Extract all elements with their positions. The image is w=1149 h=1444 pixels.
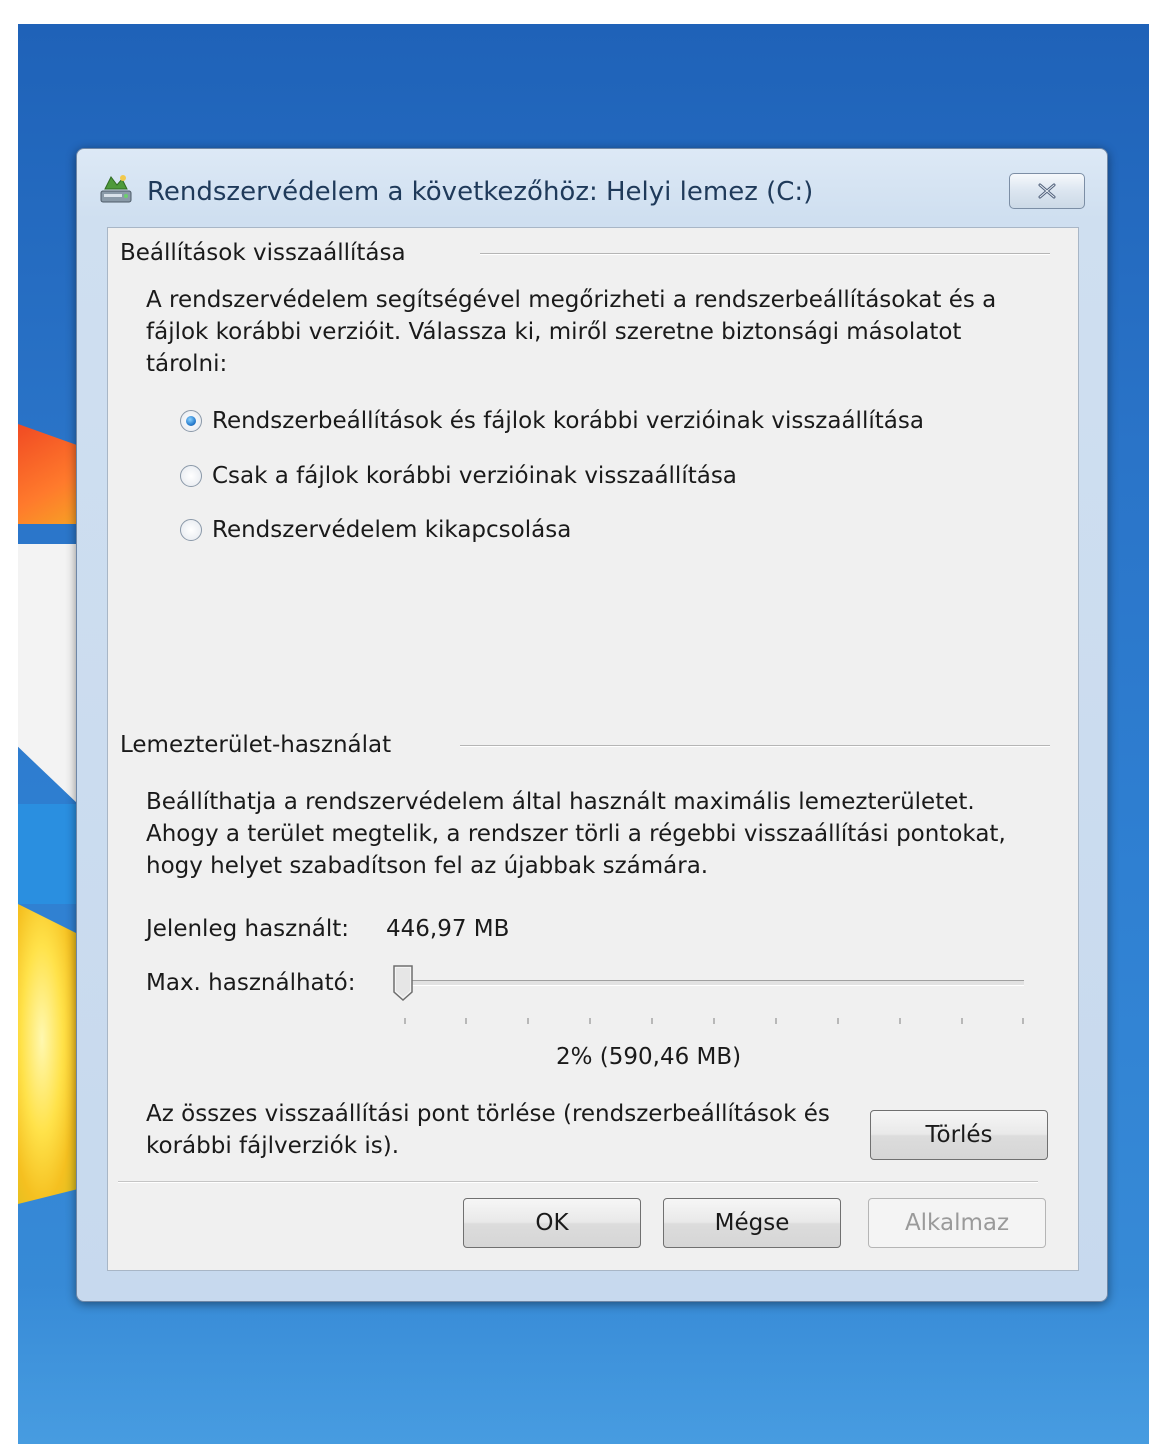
slider-tick	[589, 1018, 591, 1024]
slider-tick	[1022, 1018, 1024, 1024]
disk-usage-description: Beállíthatja a rendszervédelem által has…	[146, 786, 1066, 882]
delete-button[interactable]: Törlés	[870, 1110, 1048, 1160]
slider-tick	[404, 1018, 406, 1024]
description-line: fájlok korábbi verzióit. Válassza ki, mi…	[146, 319, 962, 345]
cancel-button[interactable]: Mégse	[663, 1198, 841, 1248]
description-line: Az összes visszaállítási pont törlése (r…	[146, 1101, 830, 1127]
slider-tick	[775, 1018, 777, 1024]
ok-button[interactable]: OK	[463, 1198, 641, 1248]
max-usage-slider-thumb[interactable]	[392, 964, 414, 1002]
max-usage-label: Max. használható:	[146, 970, 356, 996]
radio-label: Rendszervédelem kikapcsolása	[212, 517, 572, 543]
desktop-glow	[18, 1284, 1149, 1444]
description-line: tárolni:	[146, 351, 228, 377]
group-divider	[480, 253, 1050, 255]
radio-label: Csak a fájlok korábbi verzióinak visszaá…	[212, 463, 737, 489]
windows-logo-blue-pane	[18, 804, 78, 904]
slider-tick	[465, 1018, 467, 1024]
current-usage-label: Jelenleg használt:	[146, 916, 350, 942]
windows-logo-yellow-pane	[18, 904, 78, 1204]
disk-usage-label: Lemezterület-használat	[120, 732, 392, 758]
restore-description: A rendszervédelem segítségével megőrizhe…	[146, 284, 1046, 380]
delete-description: Az összes visszaállítási pont törlése (r…	[146, 1098, 866, 1162]
slider-tick	[527, 1018, 529, 1024]
title-bar[interactable]: Rendszervédelem a következőhöz: Helyi le…	[77, 149, 1107, 231]
description-line: A rendszervédelem segítségével megőrizhe…	[146, 287, 997, 313]
slider-tick	[651, 1018, 653, 1024]
restore-settings-label: Beállítások visszaállítása	[120, 240, 406, 266]
system-protection-dialog: Rendszervédelem a következőhöz: Helyi le…	[76, 148, 1108, 1302]
max-usage-slider-track[interactable]	[404, 980, 1024, 986]
radio-option-files-only[interactable]: Csak a fájlok korábbi verzióinak visszaá…	[180, 459, 737, 493]
radio-button[interactable]	[180, 465, 202, 487]
slider-tick	[899, 1018, 901, 1024]
radio-label: Rendszerbeállítások és fájlok korábbi ve…	[212, 408, 924, 434]
button-separator	[118, 1181, 1038, 1183]
radio-button-checked[interactable]	[180, 410, 202, 432]
description-line: korábbi fájlverziók is).	[146, 1133, 400, 1159]
radio-option-restore-all[interactable]: Rendszerbeállítások és fájlok korábbi ve…	[180, 404, 924, 438]
slider-tick	[837, 1018, 839, 1024]
description-line: hogy helyet szabadítson fel az újabbak s…	[146, 853, 709, 879]
windows-logo-white-pane	[18, 544, 78, 804]
system-protection-icon	[100, 175, 132, 203]
slider-tick	[961, 1018, 963, 1024]
description-line: Ahogy a terület megtelik, a rendszer tör…	[146, 821, 1006, 847]
current-usage-value: 446,97 MB	[386, 916, 510, 942]
description-line: Beállíthatja a rendszervédelem által has…	[146, 789, 975, 815]
radio-button[interactable]	[180, 519, 202, 541]
group-divider	[460, 745, 1050, 747]
close-button[interactable]	[1009, 173, 1085, 209]
max-usage-value: 2% (590,46 MB)	[556, 1044, 742, 1070]
apply-button[interactable]: Alkalmaz	[868, 1198, 1046, 1248]
dialog-client-area: Beállítások visszaállítása A rendszervéd…	[107, 227, 1079, 1271]
close-icon	[1038, 183, 1056, 199]
window-title: Rendszervédelem a következőhöz: Helyi le…	[147, 177, 814, 207]
radio-option-turn-off[interactable]: Rendszervédelem kikapcsolása	[180, 513, 571, 547]
slider-tick	[713, 1018, 715, 1024]
